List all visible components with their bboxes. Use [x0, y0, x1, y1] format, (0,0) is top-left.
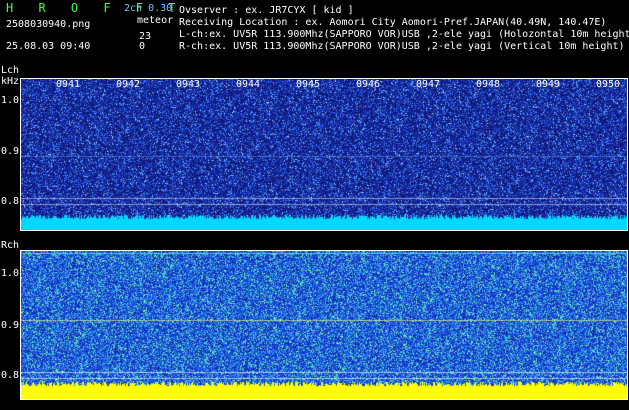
time-tick-label: 0941 [56, 79, 81, 90]
time-tick-label: 0945 [296, 79, 321, 90]
rch-info-line: R-ch:ex. UV5R 113.900Mhz(SAPPORO VOR)USB… [179, 41, 625, 52]
rch-ytick-2: 0.9 [1, 320, 20, 331]
rch-title: Rch [1, 240, 20, 251]
rch-ytick-1: 1.0 [1, 268, 20, 279]
meteor-label: meteor [137, 15, 174, 26]
rch-ytick-3: 0.8 [1, 370, 20, 381]
lch-unit: kHz [1, 76, 20, 87]
channel-info: 2ch 0.30 [124, 3, 173, 14]
lch-info-line: L-ch:ex. UV5R 113.900Mhz(SAPPORO VOR)USB… [179, 29, 629, 40]
lch-spectrogram [20, 78, 628, 231]
lch-title: Lch [1, 65, 20, 76]
lch-ytick-3: 0.8 [1, 196, 20, 207]
lch-spectrogram-canvas [20, 78, 628, 231]
file-name: 2508030940.png [6, 19, 91, 30]
time-tick-label: 0948 [476, 79, 501, 90]
location-line: Receiving Location : ex. Aomori City Aom… [179, 17, 607, 28]
time-tick-label: 0950 [596, 79, 621, 90]
lch-ytick-1: 1.0 [1, 95, 20, 106]
time-tick-label: 0943 [176, 79, 201, 90]
time-tick-label: 0946 [356, 79, 381, 90]
time-tick-label: 0942 [116, 79, 141, 90]
meteor-count-rch: 0 [139, 41, 146, 52]
time-tick-label: 0944 [236, 79, 261, 90]
lch-ytick-2: 0.9 [1, 146, 20, 157]
rch-spectrogram-canvas [20, 250, 628, 400]
time-tick-label: 0947 [416, 79, 441, 90]
date-time: 25.08.03 09:40 [6, 41, 91, 52]
rch-spectrogram [20, 250, 628, 400]
observer-line: Ovserver : ex. JR7CYX [ kid ] [179, 5, 354, 16]
time-tick-label: 0949 [536, 79, 561, 90]
